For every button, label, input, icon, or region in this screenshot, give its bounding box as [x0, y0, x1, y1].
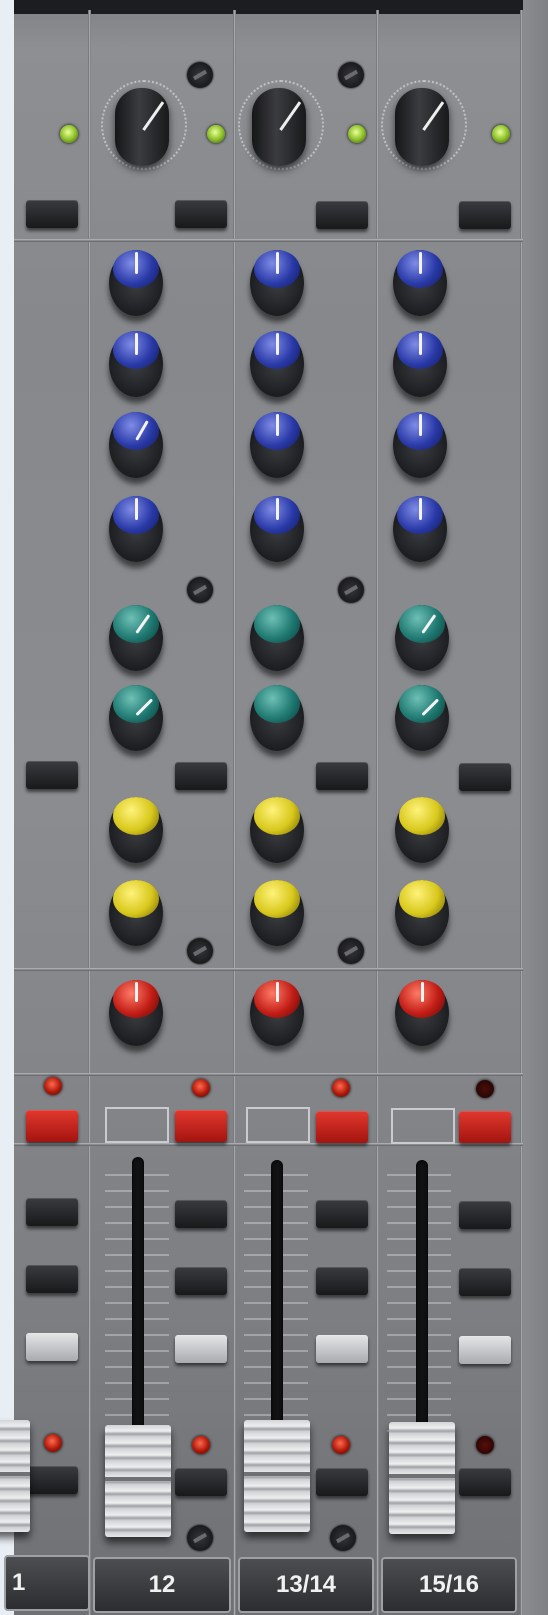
pad-button[interactable]	[175, 200, 227, 228]
mute-button[interactable]	[175, 1110, 227, 1142]
eq-low-knob[interactable]	[393, 496, 447, 562]
solo-button[interactable]	[175, 1468, 227, 1496]
channel-label: 13/14	[238, 1557, 374, 1613]
aux2-knob[interactable]	[250, 685, 304, 751]
channel-strip-15-16: 15/16	[379, 0, 520, 1615]
channel-strip-13-14: 13/14	[236, 0, 376, 1615]
mute-label-box	[391, 1108, 455, 1144]
channel-label: 15/16	[381, 1557, 517, 1613]
aux1-knob[interactable]	[250, 605, 304, 671]
mute-label-box	[105, 1107, 169, 1143]
eq-low-knob[interactable]	[109, 496, 163, 562]
gain-knob[interactable]	[115, 88, 169, 166]
pad-button[interactable]	[26, 200, 78, 228]
aux1-knob[interactable]	[109, 605, 163, 671]
eq-mid-knob[interactable]	[250, 331, 304, 397]
signal-led	[492, 125, 510, 143]
main-lr-button[interactable]	[175, 1335, 227, 1363]
aux2-knob[interactable]	[109, 685, 163, 751]
fx2-knob[interactable]	[109, 880, 163, 946]
main-lr-button[interactable]	[316, 1335, 368, 1363]
gain-knob[interactable]	[395, 88, 449, 166]
eq-mid-knob[interactable]	[393, 331, 447, 397]
channel-strip-1: 1	[0, 0, 90, 1615]
screw	[338, 577, 364, 603]
solo-led	[44, 1434, 62, 1452]
eq-high-knob[interactable]	[250, 250, 304, 316]
eq-freq-knob[interactable]	[250, 412, 304, 478]
eq-freq-knob[interactable]	[393, 412, 447, 478]
aux1-knob[interactable]	[395, 605, 449, 671]
pan-knob[interactable]	[109, 980, 163, 1046]
mixer-console-photo: 1 12 13/14 15/16	[0, 0, 548, 1615]
mute-button[interactable]	[26, 1110, 78, 1142]
fader-cap[interactable]	[0, 1420, 30, 1532]
solo-button[interactable]	[459, 1468, 511, 1496]
fx1-knob[interactable]	[250, 797, 304, 863]
aux-pre-button[interactable]	[26, 761, 78, 789]
screw	[187, 62, 213, 88]
screw	[187, 1525, 213, 1551]
fx1-knob[interactable]	[395, 797, 449, 863]
eq-mid-knob[interactable]	[109, 331, 163, 397]
channel-number: 12	[148, 1571, 176, 1598]
channel-strip-next-partial	[523, 0, 548, 1615]
aux-pre-button[interactable]	[175, 762, 227, 790]
signal-led	[348, 125, 366, 143]
screw	[330, 1525, 356, 1551]
sub34-button[interactable]	[26, 1265, 78, 1293]
pad-button[interactable]	[316, 201, 368, 229]
mute-led	[332, 1079, 350, 1097]
eq-low-knob[interactable]	[250, 496, 304, 562]
mute-led	[44, 1077, 62, 1095]
aux-pre-button[interactable]	[459, 763, 511, 791]
pad-button[interactable]	[459, 201, 511, 229]
sub34-button[interactable]	[316, 1267, 368, 1295]
channel-strip-12: 12	[91, 0, 233, 1615]
screw	[338, 62, 364, 88]
sub34-button[interactable]	[175, 1267, 227, 1295]
solo-led	[192, 1436, 210, 1454]
fader-cap[interactable]	[389, 1422, 455, 1534]
fx1-knob[interactable]	[109, 797, 163, 863]
signal-led	[60, 125, 78, 143]
screw	[338, 938, 364, 964]
solo-led	[476, 1436, 494, 1454]
mute-led	[476, 1080, 494, 1098]
sub34-button[interactable]	[459, 1268, 511, 1296]
aux2-knob[interactable]	[395, 685, 449, 751]
pan-knob[interactable]	[395, 980, 449, 1046]
gain-knob[interactable]	[252, 88, 306, 166]
mute-label-box	[246, 1107, 310, 1143]
main-lr-button[interactable]	[459, 1336, 511, 1364]
pan-knob[interactable]	[250, 980, 304, 1046]
channel-label: 12	[93, 1557, 231, 1613]
mute-led	[192, 1079, 210, 1097]
sub12-button[interactable]	[26, 1198, 78, 1226]
aux-pre-button[interactable]	[316, 762, 368, 790]
channel-number: 15/16	[418, 1571, 480, 1598]
sub12-button[interactable]	[175, 1200, 227, 1228]
signal-led	[207, 125, 225, 143]
eq-freq-knob[interactable]	[109, 412, 163, 478]
channel-label: 1	[4, 1555, 90, 1611]
solo-button[interactable]	[316, 1468, 368, 1496]
mute-button[interactable]	[459, 1111, 511, 1143]
main-lr-button[interactable]	[26, 1333, 78, 1361]
fx2-knob[interactable]	[395, 880, 449, 946]
eq-high-knob[interactable]	[393, 250, 447, 316]
solo-led	[332, 1436, 350, 1454]
mute-button[interactable]	[316, 1111, 368, 1143]
fx2-knob[interactable]	[250, 880, 304, 946]
channel-number: 13/14	[275, 1571, 337, 1598]
channel-number: 1	[12, 1569, 26, 1596]
sub12-button[interactable]	[316, 1200, 368, 1228]
screw	[187, 938, 213, 964]
sub12-button[interactable]	[459, 1201, 511, 1229]
eq-high-knob[interactable]	[109, 250, 163, 316]
fader-cap[interactable]	[105, 1425, 171, 1537]
fader-cap[interactable]	[244, 1420, 310, 1532]
screw	[187, 577, 213, 603]
solo-button[interactable]	[26, 1466, 78, 1494]
